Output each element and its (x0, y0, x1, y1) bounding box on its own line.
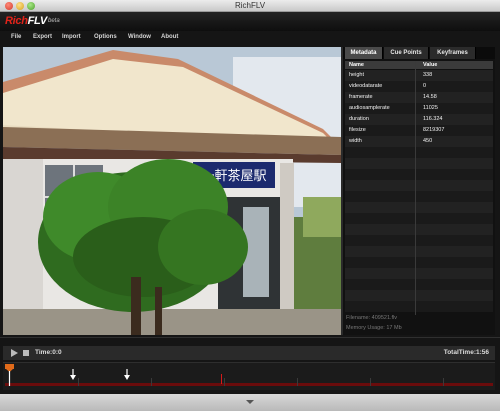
column-header-name[interactable]: Name (349, 61, 364, 69)
menu-import[interactable]: Import (62, 34, 81, 40)
timeline[interactable] (3, 362, 495, 390)
tab-keyframes[interactable]: Keyframes (430, 47, 476, 59)
empty-row (345, 191, 493, 202)
row-name: width (349, 138, 362, 144)
timeline-tick (443, 378, 444, 386)
table-row[interactable]: framerate 14.58 (345, 92, 493, 103)
empty-row (345, 169, 493, 180)
keyframe-arrow-icon[interactable] (123, 369, 131, 381)
table-row[interactable]: duration 116.324 (345, 114, 493, 125)
beta-label: beta (48, 18, 60, 24)
table-row[interactable]: videodatarate 0 (345, 81, 493, 92)
table-row[interactable]: filesize 8219307 (345, 125, 493, 136)
row-value: 116.324 (423, 116, 443, 122)
menu-window[interactable]: Window (128, 34, 151, 40)
row-value: 338 (423, 72, 433, 78)
video-display[interactable]: 一軒茶屋駅 (3, 47, 341, 335)
filename-label: Filename: 409521.flv (346, 315, 398, 321)
empty-row (345, 147, 493, 158)
column-divider[interactable] (415, 61, 416, 315)
table-row[interactable]: height 338 (345, 70, 493, 81)
app-window: RichFLV RichFLV beta File Export Import … (0, 0, 500, 411)
empty-row (345, 235, 493, 246)
video-frame: 一軒茶屋駅 (3, 47, 341, 335)
row-name: duration (349, 116, 369, 122)
empty-row (345, 202, 493, 213)
tab-metadata[interactable]: Metadata (345, 47, 383, 59)
menu-file[interactable]: File (11, 34, 21, 40)
app-logo: RichFLV (5, 15, 47, 27)
metadata-panel: Metadata Cue Points Keyframes Name Value… (343, 47, 495, 335)
empty-row (345, 290, 493, 301)
stop-icon[interactable] (21, 348, 31, 358)
empty-row (345, 246, 493, 257)
playback-controls: Time:0:0 TotalTime:1:56 (3, 346, 495, 360)
chevron-down-icon[interactable] (245, 399, 255, 405)
empty-row (345, 224, 493, 235)
window-bottom-bar (0, 394, 500, 411)
row-name: audiosamplerate (349, 105, 390, 111)
empty-row (345, 257, 493, 268)
timeline-tick (297, 378, 298, 386)
menu-export[interactable]: Export (33, 34, 52, 40)
cue-point-marker[interactable] (221, 374, 222, 384)
row-value: 450 (423, 138, 433, 144)
title-bar: RichFLV (0, 0, 500, 12)
empty-row (345, 301, 493, 312)
row-value: 11025 (423, 105, 438, 111)
timeline-tick (370, 378, 371, 386)
play-icon[interactable] (9, 348, 19, 358)
current-time: Time:0:0 (35, 349, 62, 356)
timeline-tick (224, 378, 225, 386)
keyframe-arrow-icon[interactable] (69, 369, 77, 381)
menu-options[interactable]: Options (94, 34, 117, 40)
empty-row (345, 180, 493, 191)
row-name: filesize (349, 127, 366, 133)
tab-cue-points[interactable]: Cue Points (384, 47, 429, 59)
column-header-value[interactable]: Value (423, 61, 437, 69)
playhead-icon[interactable] (5, 364, 14, 386)
empty-row (345, 213, 493, 224)
logo-rich-text: Rich (5, 15, 28, 27)
table-row[interactable]: width 450 (345, 136, 493, 147)
empty-row (345, 279, 493, 290)
timeline-tick (151, 378, 152, 386)
row-value: 14.58 (423, 94, 437, 100)
row-value: 0 (423, 83, 427, 89)
empty-row (345, 158, 493, 169)
empty-row (345, 268, 493, 279)
app-header: RichFLV beta (0, 12, 500, 31)
row-name: height (349, 72, 364, 78)
table-rows: height 338 videodatarate 0 framerate 14.… (345, 70, 493, 312)
table-row[interactable]: audiosamplerate 11025 (345, 103, 493, 114)
metadata-table: Name Value height 338 videodatarate 0 fr… (343, 61, 495, 315)
timeline-tick (78, 378, 79, 386)
menu-bar: File Export Import Options Window About (0, 31, 500, 45)
window-title: RichFLV (234, 1, 266, 10)
row-name: videodatarate (349, 83, 383, 89)
panel-divider (0, 337, 500, 338)
table-header: Name Value (345, 61, 493, 69)
total-time: TotalTime:1:56 (443, 349, 489, 356)
tab-bar: Metadata Cue Points Keyframes (343, 47, 495, 59)
memory-usage-label: Memory Usage: 17 Mb (346, 325, 402, 331)
row-value: 8219307 (423, 127, 445, 133)
menu-about[interactable]: About (161, 34, 178, 40)
logo-flv-text: FLV (27, 15, 48, 27)
row-name: framerate (349, 94, 373, 100)
